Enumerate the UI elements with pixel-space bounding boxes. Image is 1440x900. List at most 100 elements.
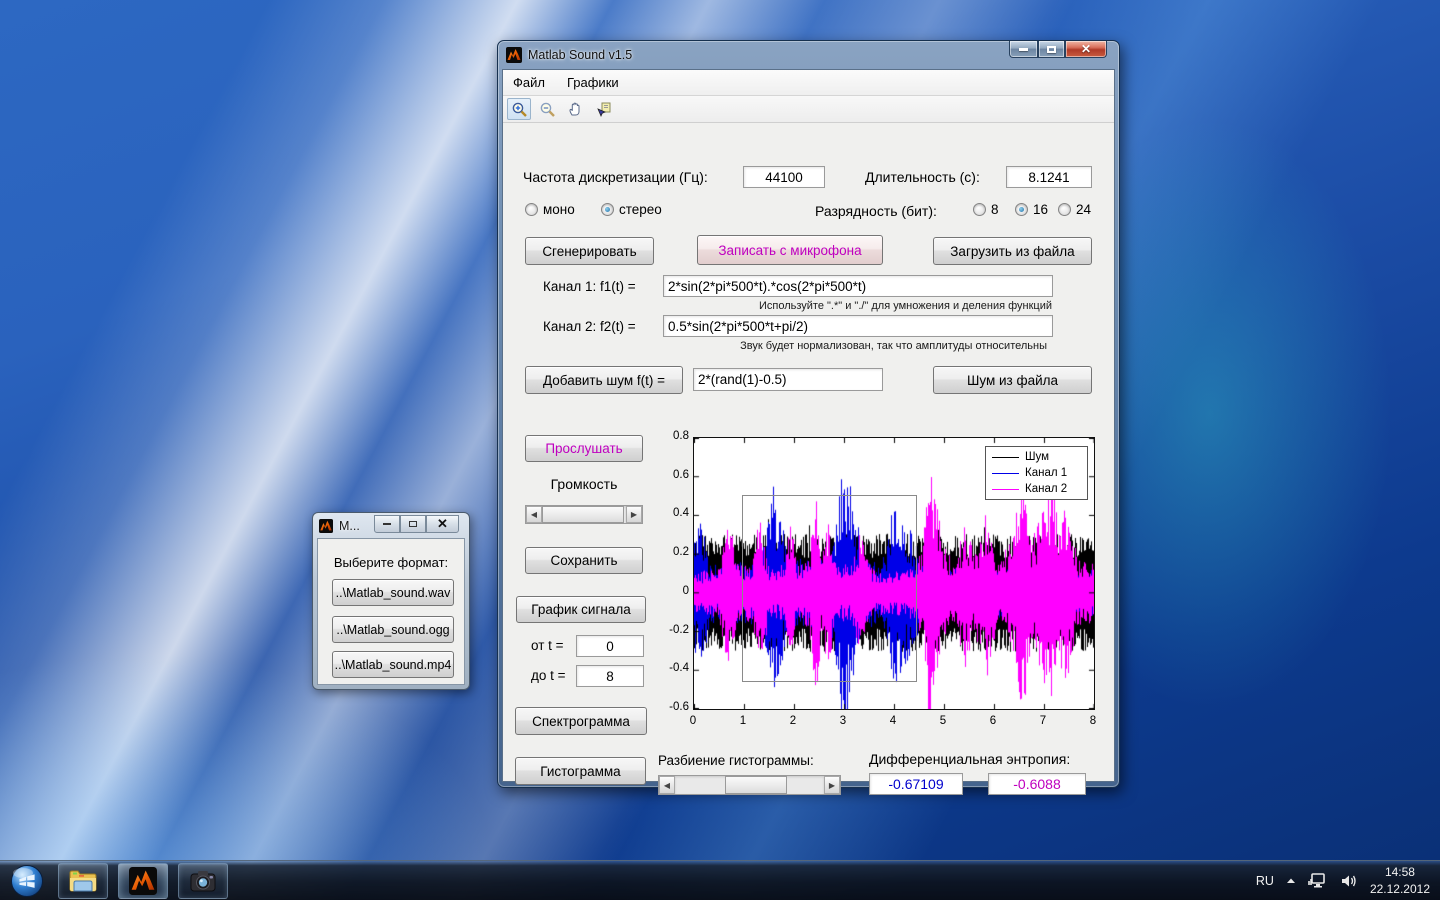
format-dialog-window: M... ✕ Выберите формат: ..\Matlab_sound.…	[312, 512, 470, 690]
zoom-out-icon[interactable]	[535, 98, 559, 120]
dialog-close-icon: ✕	[437, 516, 448, 532]
histogram-button[interactable]: Гистограмма	[515, 757, 646, 785]
minimize-button[interactable]	[1009, 41, 1038, 58]
system-tray: RU 14:58 22.12.2012	[1256, 864, 1440, 896]
entropy-value-channel1: -0.67109	[869, 773, 963, 795]
bits-8-radio[interactable]: 8	[973, 202, 999, 217]
maximize-button[interactable]	[1038, 41, 1065, 58]
signal-plot-button[interactable]: График сигнала	[516, 596, 646, 623]
channel1-hint: Используйте ".*" и "./" для умножения и …	[759, 300, 1052, 312]
mono-radio[interactable]: моно	[525, 202, 575, 217]
bins-label: Разбиение гистограммы:	[658, 753, 814, 768]
dialog-client: Выберите формат: ..\Matlab_sound.wav ..\…	[317, 538, 465, 685]
hidden-icons-arrow[interactable]	[1286, 877, 1296, 885]
maximize-icon	[1047, 46, 1056, 53]
waveform-plot-area[interactable]: Шум Канал 1 Канал 2	[693, 437, 1095, 710]
load-file-button[interactable]: Загрузить из файла	[933, 237, 1092, 265]
x-axis-tick-label: 8	[1085, 715, 1101, 727]
bits-16-radio[interactable]: 16	[1015, 202, 1048, 217]
format-ogg-button[interactable]: ..\Matlab_sound.ogg	[332, 616, 454, 643]
dialog-title: M...	[339, 519, 360, 533]
channel1-input[interactable]	[663, 275, 1053, 297]
taskbar-explorer-button[interactable]	[58, 863, 108, 899]
taskbar-camera-button[interactable]	[178, 863, 228, 899]
format-mp4-button[interactable]: ..\Matlab_sound.mp4	[332, 651, 454, 678]
to-t-input[interactable]	[576, 665, 644, 687]
bits-8-label: 8	[991, 202, 999, 217]
save-button[interactable]: Сохранить	[525, 547, 643, 574]
entropy-value-channel2: -0.6088	[988, 773, 1086, 795]
taskbar-matlab-button[interactable]	[118, 863, 168, 899]
from-t-label: от t =	[531, 638, 564, 653]
noise-input[interactable]	[693, 368, 883, 391]
y-axis-tick-label: 0.6	[655, 469, 689, 481]
dialog-maximize-icon	[409, 521, 417, 527]
volume-icon[interactable]	[1340, 873, 1358, 889]
menu-bar: Файл Графики	[503, 70, 1114, 96]
stereo-radio-dot[interactable]	[601, 203, 614, 216]
taskbar: RU 14:58 22.12.2012	[0, 860, 1440, 900]
main-window-client: Файл Графики Частота дискретизации (Гц):…	[502, 69, 1115, 782]
volume-slider[interactable]: ◀ ▶	[525, 505, 643, 524]
dialog-minimize-button[interactable]	[374, 515, 400, 533]
dialog-window-controls: ✕	[374, 515, 459, 533]
stereo-radio-label: стерео	[619, 202, 662, 217]
bins-slider-left-arrow[interactable]: ◀	[659, 776, 675, 794]
duration-label: Длительность (с):	[865, 169, 980, 185]
noise-from-file-button[interactable]: Шум из файла	[933, 366, 1092, 394]
dialog-close-button[interactable]: ✕	[426, 515, 459, 533]
chart-legend[interactable]: Шум Канал 1 Канал 2	[985, 446, 1088, 500]
legend-label-channel1: Канал 1	[1025, 467, 1067, 479]
data-cursor-icon[interactable]	[591, 98, 615, 120]
add-noise-button[interactable]: Добавить шум f(t) =	[525, 366, 683, 394]
start-button[interactable]	[6, 862, 48, 900]
play-button[interactable]: Прослушать	[525, 435, 643, 462]
bits-16-radio-dot[interactable]	[1015, 203, 1028, 216]
zoom-in-icon[interactable]	[507, 98, 531, 120]
language-indicator[interactable]: RU	[1256, 874, 1274, 888]
format-wav-button[interactable]: ..\Matlab_sound.wav	[332, 579, 454, 606]
bits-8-radio-dot[interactable]	[973, 203, 986, 216]
spectrogram-button[interactable]: Спектрограмма	[515, 707, 647, 735]
menu-file[interactable]: Файл	[513, 75, 545, 90]
clock-date: 22.12.2012	[1370, 882, 1430, 896]
bits-16-label: 16	[1033, 202, 1048, 217]
legend-line-channel1	[992, 473, 1019, 474]
channel2-label: Канал 2: f2(t) =	[543, 319, 636, 334]
minimize-icon	[1019, 48, 1028, 51]
y-axis-tick-label: 0.2	[655, 546, 689, 558]
duration-input[interactable]	[1006, 166, 1092, 188]
taskbar-clock[interactable]: 14:58 22.12.2012	[1370, 864, 1430, 896]
volume-label: Громкость	[525, 476, 643, 492]
bins-slider-right-arrow[interactable]: ▶	[824, 776, 840, 794]
dialog-maximize-button[interactable]	[400, 515, 426, 533]
x-axis-tick-label: 2	[785, 715, 801, 727]
y-axis-tick-label: 0.8	[655, 430, 689, 442]
freq-input[interactable]	[743, 166, 825, 188]
camera-icon	[188, 867, 218, 895]
entropy-label: Дифференциальная энтропия:	[869, 751, 1070, 767]
bins-slider[interactable]: ◀ ▶	[658, 775, 841, 795]
network-icon[interactable]	[1308, 872, 1328, 890]
close-button[interactable]: ✕	[1065, 41, 1107, 58]
pan-hand-icon[interactable]	[563, 98, 587, 120]
bits-24-label: 24	[1076, 202, 1091, 217]
bins-slider-thumb[interactable]	[725, 776, 787, 794]
volume-slider-thumb[interactable]	[542, 506, 624, 523]
stereo-radio[interactable]: стерео	[601, 202, 662, 217]
mono-radio-dot[interactable]	[525, 203, 538, 216]
from-t-input[interactable]	[576, 635, 644, 657]
dialog-prompt: Выберите формат:	[318, 555, 464, 570]
volume-slider-right-arrow[interactable]: ▶	[626, 506, 642, 523]
window-controls: ✕	[1009, 41, 1107, 58]
channel2-input[interactable]	[663, 315, 1053, 337]
record-button[interactable]: Записать с микрофона	[697, 235, 883, 265]
menu-graphs[interactable]: Графики	[567, 75, 619, 90]
dialog-minimize-icon	[383, 523, 391, 525]
toolbar	[503, 96, 1114, 123]
bits-24-radio-dot[interactable]	[1058, 203, 1071, 216]
generate-button[interactable]: Сгенерировать	[525, 237, 654, 265]
legend-line-channel2	[992, 489, 1019, 490]
volume-slider-left-arrow[interactable]: ◀	[526, 506, 542, 523]
bits-24-radio[interactable]: 24	[1058, 202, 1091, 217]
